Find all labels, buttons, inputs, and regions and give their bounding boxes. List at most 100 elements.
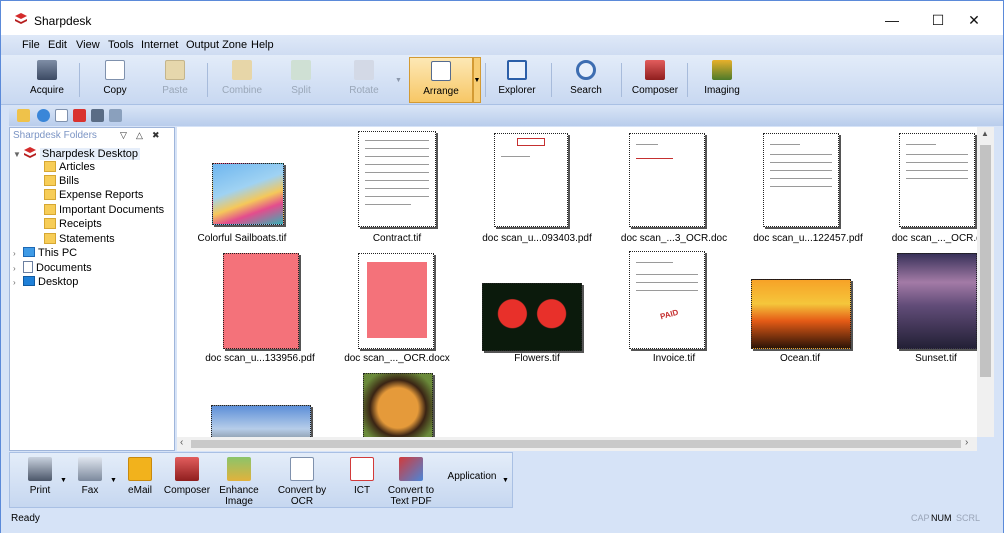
rotate-dropdown-arrow-icon[interactable]: ▼	[395, 77, 402, 84]
copy-button[interactable]: Copy	[87, 57, 143, 103]
tree-item-sharpdesk-desktop[interactable]: ▼ Sharpdesk Desktop	[13, 147, 140, 160]
stamp-icon[interactable]	[109, 109, 122, 122]
pink-document-image	[223, 253, 299, 349]
imaging-button[interactable]: Imaging	[693, 57, 751, 103]
explorer-button[interactable]: Explorer	[489, 57, 545, 103]
combine-button[interactable]: Combine	[213, 57, 271, 103]
folder-pane-header: Sharpdesk Folders ▽ △ ✖	[13, 130, 160, 141]
expand-arrow-icon[interactable]: ›	[13, 264, 23, 273]
email-button[interactable]: eMail	[122, 457, 158, 496]
file-thumbnail[interactable]: doc scan_u...093403.pdf	[472, 127, 602, 247]
secondary-toolbar	[9, 106, 1003, 126]
print-button[interactable]: Print	[22, 457, 58, 496]
file-thumbnail[interactable]	[211, 405, 311, 437]
fax-dropdown-arrow-icon[interactable]: ▼	[110, 477, 117, 484]
explorer-icon	[507, 60, 527, 80]
ict-button[interactable]: ICT	[344, 457, 380, 496]
tree-item-desktop[interactable]: › Desktop	[13, 276, 78, 288]
menu-file[interactable]: File	[22, 39, 40, 51]
expand-arrow-icon[interactable]: ›	[13, 249, 23, 258]
menu-view[interactable]: View	[76, 39, 100, 51]
file-thumbnail[interactable]: PAID Invoice.tif	[609, 249, 739, 369]
file-thumbnail[interactable]: Flowers.tif	[472, 249, 602, 369]
file-thumbnail[interactable]: doc scan_..._OCR.docx	[332, 249, 462, 369]
expand-arrow-icon[interactable]: ▼	[13, 150, 23, 159]
status-text: Ready	[11, 513, 40, 524]
scanner-icon	[37, 60, 57, 80]
scroll-lock-indicator: SCRL	[956, 513, 981, 523]
arrange-button[interactable]: Arrange	[409, 57, 473, 103]
toolbar-separator	[207, 63, 208, 97]
file-thumbnail[interactable]: doc scan_u...133956.pdf	[195, 249, 325, 369]
vertical-scroll-thumb[interactable]	[980, 145, 991, 377]
computer-icon	[23, 247, 35, 257]
vertical-scrollbar[interactable]: ▲	[977, 127, 994, 437]
delete-icon[interactable]	[73, 109, 86, 122]
file-thumbnail[interactable]: doc scan_..._OCR.doc	[877, 127, 977, 247]
search-icon	[576, 60, 596, 80]
application-button[interactable]: Application	[444, 471, 500, 482]
scroll-right-arrow-icon[interactable]: ›	[965, 437, 968, 448]
convert-to-text-pdf-button[interactable]: Convert to Text PDF	[384, 457, 438, 507]
composer-output-button[interactable]: Composer	[162, 457, 212, 496]
fax-button[interactable]: Fax	[72, 457, 108, 496]
contract-page-image	[358, 131, 436, 227]
menu-tools[interactable]: Tools	[108, 39, 134, 51]
application-dropdown-arrow-icon[interactable]: ▼	[502, 477, 509, 484]
paste-button[interactable]: Paste	[147, 57, 203, 103]
arrange-dropdown-arrow-icon[interactable]: ▼	[473, 57, 481, 103]
file-thumbnail[interactable]: doc scan_...3_OCR.doc	[609, 127, 739, 247]
folder-open-icon[interactable]	[17, 109, 30, 122]
expand-arrow-icon[interactable]: ›	[13, 278, 23, 287]
file-thumbnail[interactable]	[363, 373, 433, 437]
tree-item-important-documents[interactable]: Important Documents	[44, 204, 164, 216]
refresh-icon[interactable]	[37, 109, 50, 122]
rotate-icon	[354, 60, 374, 80]
pane-collapse-icon[interactable]: △	[136, 130, 143, 141]
scroll-left-arrow-icon[interactable]: ‹	[180, 437, 183, 448]
menu-edit[interactable]: Edit	[48, 39, 67, 51]
tree-item-statements[interactable]: Statements	[44, 233, 115, 245]
file-thumbnail[interactable]: Sunset.tif	[871, 249, 977, 369]
enhance-image-button[interactable]: Enhance Image	[216, 457, 262, 507]
composer-button[interactable]: Composer	[627, 57, 683, 103]
acquire-button[interactable]: Acquire	[19, 57, 75, 103]
scroll-up-arrow-icon[interactable]: ▲	[981, 129, 989, 138]
convert-by-ocr-button[interactable]: Convert by OCR	[266, 457, 338, 507]
menu-help[interactable]: Help	[251, 39, 274, 51]
sunset-rocks-image	[897, 253, 977, 349]
title-bar: Sharpdesk — ☐ ✕	[1, 1, 1003, 35]
pane-menu-icon[interactable]: ▽	[120, 130, 127, 141]
file-thumbnail[interactable]: Ocean.tif	[735, 249, 865, 369]
copy-icon	[105, 60, 125, 80]
menu-output-zone[interactable]: Output Zone	[186, 39, 247, 51]
horizontal-scroll-thumb[interactable]	[191, 440, 961, 448]
tree-item-expense-reports[interactable]: Expense Reports	[44, 189, 143, 201]
ocr-icon	[290, 457, 314, 481]
print-dropdown-arrow-icon[interactable]: ▼	[60, 477, 67, 484]
properties-icon[interactable]	[91, 109, 104, 122]
close-button[interactable]: ✕	[951, 5, 997, 35]
horizontal-scrollbar[interactable]: ‹ ›	[177, 437, 977, 451]
new-document-icon[interactable]	[55, 109, 68, 122]
file-thumbnail[interactable]: Colorful Sailboats.tif	[177, 127, 307, 247]
imaging-icon	[712, 60, 732, 80]
menu-internet[interactable]: Internet	[141, 39, 178, 51]
toolbar-separator	[551, 63, 552, 97]
tree-item-this-pc[interactable]: › This PC	[13, 247, 77, 259]
document-page-image	[763, 133, 839, 227]
search-button[interactable]: Search	[558, 57, 614, 103]
rotate-button[interactable]: Rotate	[335, 57, 393, 103]
pane-close-icon[interactable]: ✖	[152, 130, 160, 141]
file-thumbnail[interactable]: doc scan_u...122457.pdf	[743, 127, 873, 247]
document-page-image	[629, 133, 705, 227]
minimize-button[interactable]: —	[869, 5, 915, 35]
tree-item-bills[interactable]: Bills	[44, 175, 79, 187]
tree-item-documents[interactable]: › Documents	[13, 261, 92, 274]
tree-item-receipts[interactable]: Receipts	[44, 218, 102, 230]
sharpdesk-desktop-icon	[24, 147, 36, 158]
file-thumbnail[interactable]: Contract.tif	[332, 127, 462, 247]
tree-item-articles[interactable]: Articles	[44, 161, 95, 173]
sailboats-image	[212, 163, 284, 225]
split-button[interactable]: Split	[273, 57, 329, 103]
